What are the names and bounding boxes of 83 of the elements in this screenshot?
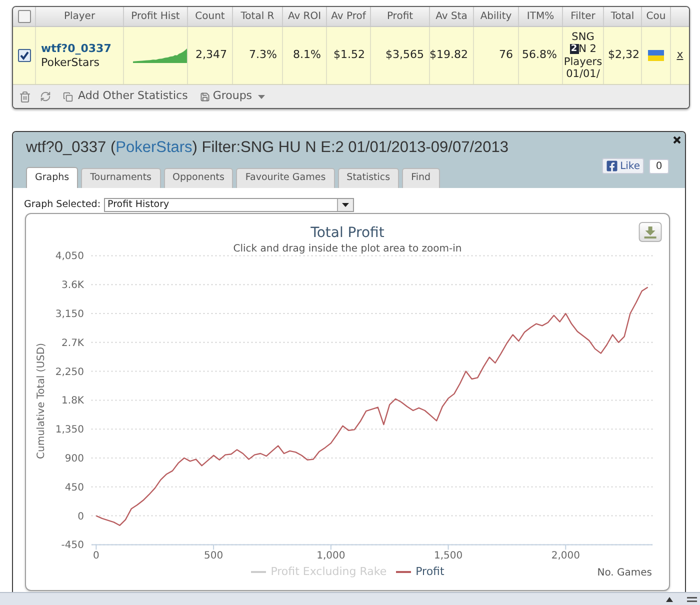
column-header[interactable]: Player	[36, 7, 124, 26]
axis-title: No. Games	[597, 568, 652, 578]
table-cell: 2,347	[188, 27, 233, 84]
tick-label: 1,500	[434, 550, 463, 562]
close-icon[interactable]	[673, 136, 681, 144]
tick-label: 1,350	[55, 424, 84, 436]
table-cell: 8.1%	[283, 27, 327, 84]
filter-text: Players	[564, 56, 602, 68]
squares-icon	[63, 92, 73, 102]
table-cell: $1.52	[327, 27, 371, 84]
download-icon	[644, 226, 656, 238]
legend-item[interactable]: Profit	[396, 565, 444, 579]
site-name: PokerStars	[41, 56, 100, 70]
tick-label: 1.8K	[62, 396, 84, 407]
flag-icon	[648, 50, 664, 61]
like-count: 0	[649, 158, 669, 174]
tick-label: 1,000	[316, 550, 346, 562]
tick-label: 3.6K	[62, 280, 84, 292]
legend-line-icon	[250, 571, 266, 573]
filter-text: N 2	[578, 43, 596, 56]
player-link[interactable]: wtf?0_0337	[41, 42, 112, 56]
caret-icon	[258, 94, 266, 98]
tick-label: 900	[64, 454, 84, 464]
panel-title: wtf?0_0337 (PokerStars) Filter:SNG HU N E:2 01/01/2013-09/07/2013	[26, 138, 508, 158]
remove-link[interactable]: x	[676, 47, 684, 64]
table-cell: 76	[474, 27, 519, 84]
tick-label: 0	[78, 511, 84, 522]
tab[interactable]: Find	[402, 168, 440, 188]
column-header[interactable]: ITM%	[519, 7, 563, 26]
up-triangle-icon[interactable]	[666, 596, 673, 602]
table-cell-text: $2,32	[607, 47, 640, 64]
add-statistics-button[interactable]: Add Other Statistics	[63, 88, 188, 105]
tab[interactable]: Opponents	[164, 168, 234, 188]
column-header[interactable]: Av Prof	[327, 7, 371, 26]
table-cell: 56.8%	[519, 27, 563, 84]
column-header[interactable]: Cou	[642, 7, 671, 26]
column-header[interactable]: Av Sta	[430, 7, 474, 26]
filter-text: SNG	[572, 30, 594, 43]
groups-button[interactable]: Groups	[200, 88, 266, 105]
chart-title: Total Profit	[310, 225, 384, 241]
trash-icon[interactable]	[19, 90, 31, 102]
caret-icon	[342, 203, 349, 207]
tick-label: 2,000	[551, 550, 580, 562]
facebook-icon	[606, 160, 618, 172]
chart-subtitle: Click and drag inside the plot area to zoom-in	[233, 244, 462, 254]
tick-label: -450	[61, 540, 84, 552]
tab[interactable]: Graphs	[26, 167, 78, 188]
tick-label: 0	[93, 550, 100, 562]
column-header[interactable]: Count	[188, 7, 233, 26]
tick-label: 4,050	[55, 251, 84, 262]
grip-icon[interactable]	[687, 596, 697, 602]
column-header[interactable]: Profit	[371, 7, 430, 26]
filter-text: 01/01/	[566, 68, 600, 80]
tick-label: 2,250	[55, 366, 84, 378]
column-header[interactable]: Total R	[233, 7, 283, 26]
column-header[interactable]: Profit Hist	[124, 7, 188, 26]
tab[interactable]: Favourite Games	[236, 168, 335, 188]
checkbox[interactable]	[18, 10, 30, 23]
sparkline-chart	[133, 48, 187, 63]
column-header[interactable]: Total	[604, 7, 642, 26]
tick-label: 3,150	[55, 309, 84, 320]
column-header[interactable]: Av ROI	[283, 7, 327, 26]
number-badge: 2	[570, 44, 579, 54]
legend-line-icon	[396, 571, 411, 573]
download-button[interactable]	[638, 222, 662, 242]
table-cell: $3,565	[371, 27, 430, 84]
graph-select[interactable]: Profit History	[104, 198, 354, 212]
refresh-icon[interactable]	[40, 91, 51, 102]
column-header[interactable]: Filter	[563, 7, 604, 26]
tick-label: 500	[204, 550, 224, 562]
like-button[interactable]: Like	[602, 158, 644, 174]
table-cell: $19.82	[430, 27, 474, 84]
column-header[interactable]: Ability	[474, 7, 519, 26]
dropdown-button[interactable]	[336, 199, 353, 211]
tab[interactable]: Tournaments	[81, 168, 160, 188]
tick-label: 450	[64, 482, 84, 494]
tick-label: 2.7K	[62, 338, 84, 349]
checkbox[interactable]	[18, 49, 30, 62]
table-cell: 7.3%	[233, 27, 283, 84]
axis-title: Cumulative Total (USD)	[36, 343, 47, 459]
tab[interactable]: Statistics	[338, 168, 400, 188]
site-link[interactable]: PokerStars	[116, 139, 192, 156]
field-label: Graph Selected:	[24, 198, 101, 212]
